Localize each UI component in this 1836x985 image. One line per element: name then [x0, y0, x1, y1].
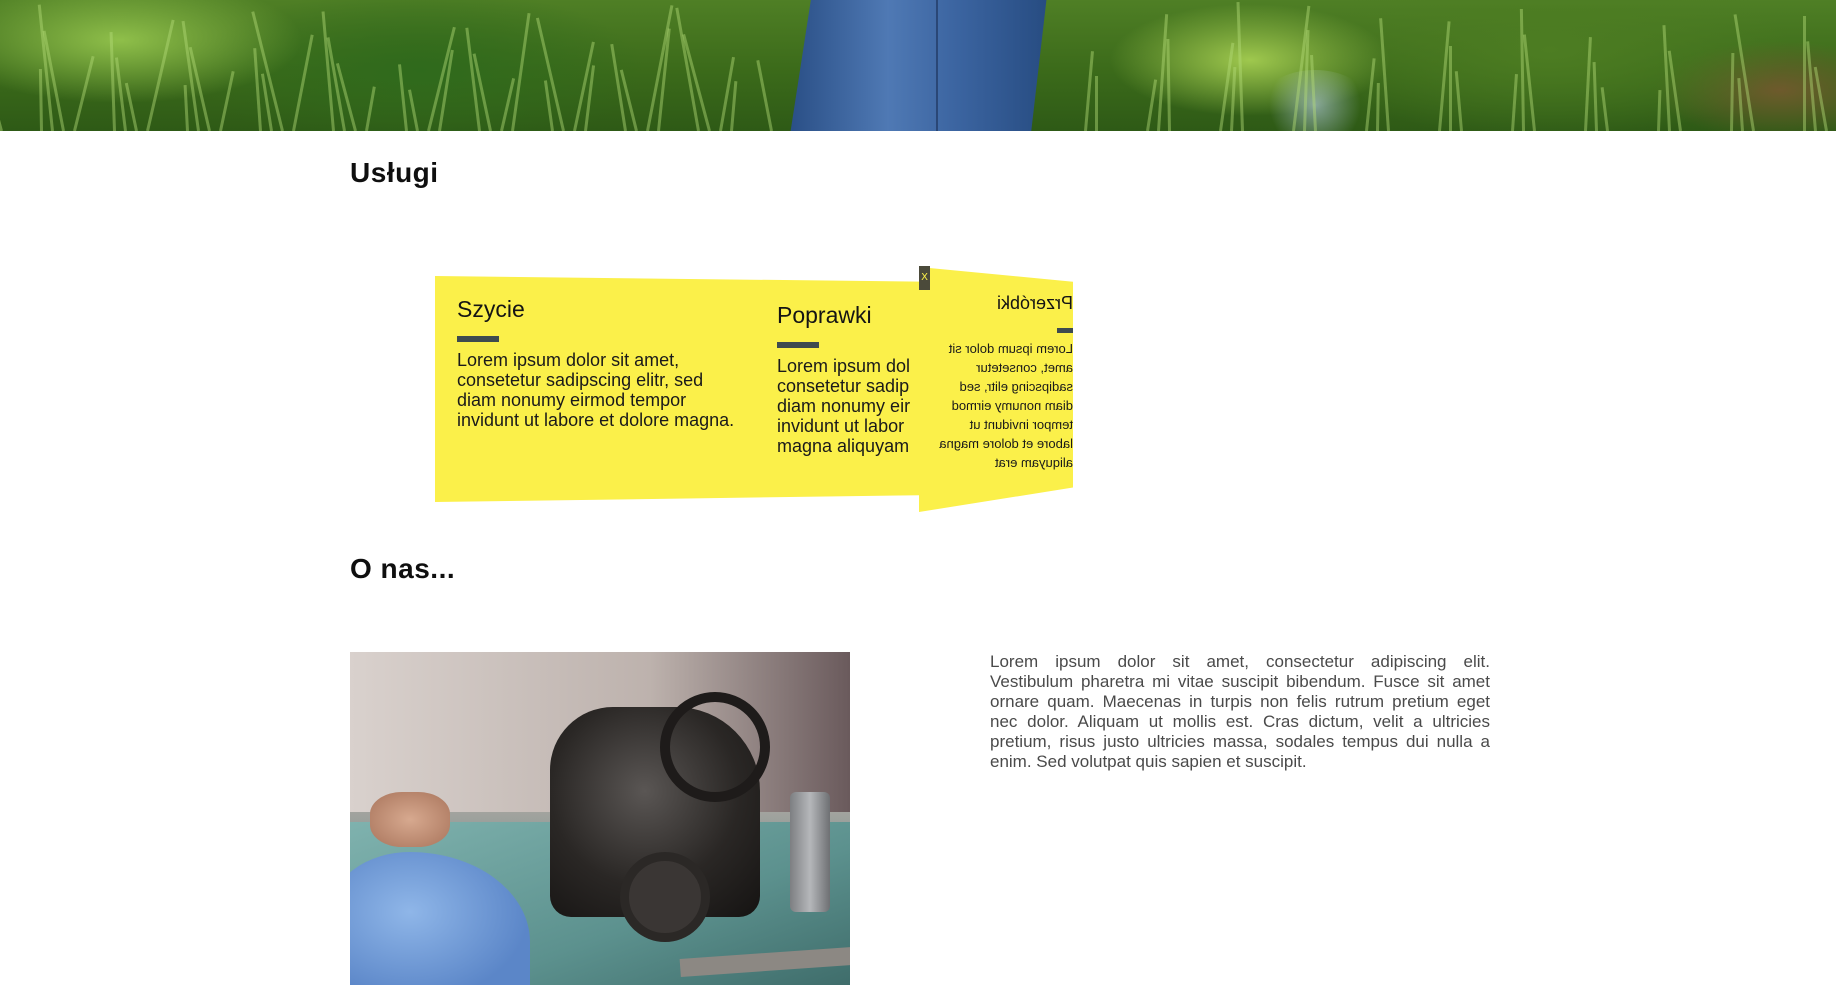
flipped-card-content: Przeróbki Lorem ipsum dolor sit amet, co… — [933, 293, 1073, 472]
grass-blade — [1584, 37, 1592, 131]
grass-blade — [365, 86, 376, 131]
grass-blade — [511, 12, 531, 131]
grass-blade — [1236, 2, 1244, 131]
grass-blade — [1733, 14, 1755, 131]
grass-blade — [1803, 16, 1806, 131]
grass-blade — [1095, 76, 1098, 131]
services-heading: Usługi — [350, 157, 439, 188]
grass-blade — [398, 64, 408, 131]
accent-bar — [777, 342, 819, 348]
accent-bar — [457, 336, 499, 342]
grass-blade — [183, 84, 189, 131]
grass-blade — [1600, 87, 1609, 131]
services-card-panel[interactable]: Szycie Lorem ipsum dolor sit amet, conse… — [435, 276, 920, 502]
grass-blade — [0, 91, 3, 131]
service-title: Przeróbki — [996, 293, 1073, 313]
grass-blade — [1454, 71, 1463, 131]
grass-blade — [1522, 34, 1536, 131]
grass-blade — [253, 48, 262, 131]
grass-blade — [1806, 41, 1817, 131]
service-card-sewing: Szycie Lorem ipsum dolor sit amet, conse… — [457, 296, 747, 430]
sewing-machine-photo — [350, 652, 850, 985]
service-description: Lorem ipsum dolor sit amet, consetetur s… — [939, 341, 1073, 470]
service-card-remakes-flipped[interactable]: Przeróbki Lorem ipsum dolor sit amet, co… — [919, 267, 1073, 512]
grass-blade — [219, 71, 235, 131]
service-description: Lorem ipsum dolor sit amet, consetetur s… — [457, 350, 735, 430]
grass-blade — [675, 7, 700, 131]
grass-blade — [1379, 18, 1390, 131]
grass-blade — [38, 68, 43, 131]
grass-blade — [1737, 78, 1744, 131]
grass-blade — [1449, 46, 1452, 131]
grass-blade — [73, 55, 95, 131]
grass-blade — [1166, 38, 1171, 131]
hero-banner-image — [0, 0, 1836, 131]
grass-blade — [1146, 79, 1158, 131]
grass-blade — [730, 81, 738, 131]
grass-blade — [292, 34, 314, 131]
grass-blade — [124, 82, 138, 131]
accent-bar — [1057, 328, 1073, 333]
grass-blade — [1730, 52, 1735, 131]
grass-blade — [408, 89, 419, 131]
hero-jeans-figure — [790, 0, 1048, 131]
grass-blade — [1519, 8, 1525, 131]
about-heading: O nas... — [350, 553, 456, 584]
grass-blade — [114, 57, 127, 131]
grass-blade — [1592, 61, 1598, 131]
grass-blade — [1662, 25, 1671, 131]
grass-blade — [146, 19, 175, 131]
grass-blade — [1657, 89, 1662, 131]
grass-blade — [109, 32, 116, 131]
close-button[interactable]: X — [919, 266, 930, 290]
grass-blade — [1511, 74, 1518, 131]
service-title: Szycie — [457, 296, 525, 322]
grass-blade — [1376, 82, 1380, 131]
grass-blade — [1084, 51, 1094, 131]
grass-blade — [1230, 67, 1237, 131]
grass-blade — [756, 60, 773, 131]
about-description: Lorem ipsum dolor sit amet, consectetur … — [990, 652, 1490, 771]
